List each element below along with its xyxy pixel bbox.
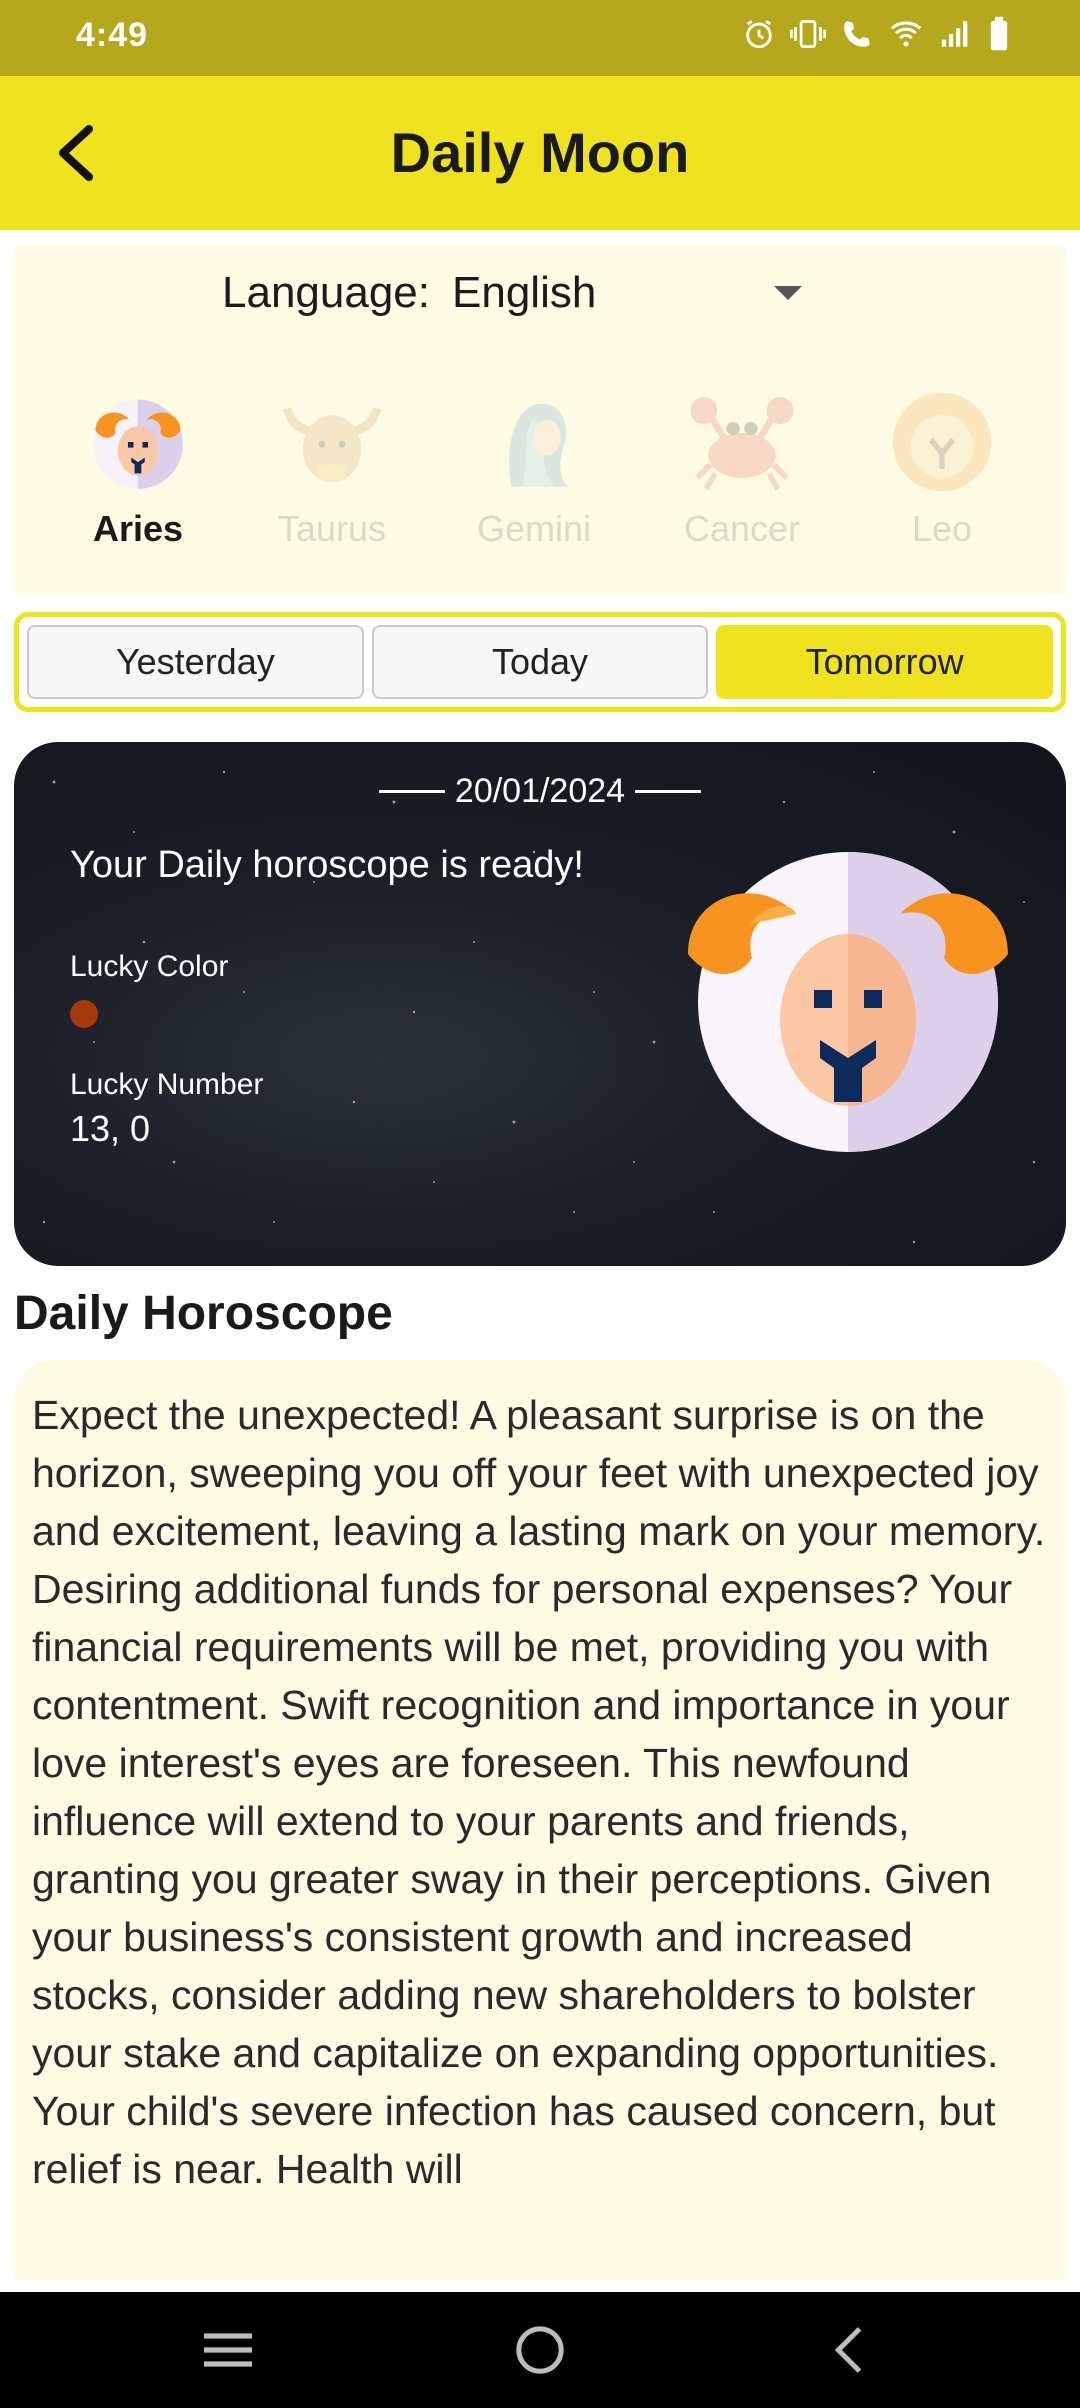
sign-item-taurus[interactable]: Taurus [242,386,422,550]
nav-menu-button[interactable] [188,2320,268,2380]
date-divider [635,790,702,793]
app-bar: Daily Moon [0,76,1080,230]
menu-icon [204,2333,252,2367]
tab-today[interactable]: Today [371,625,709,699]
tab-yesterday[interactable]: Yesterday [27,625,364,699]
sign-label: Aries [92,508,184,549]
sign-item-aries[interactable]: Aries [48,386,228,550]
language-row: Language: English [222,268,812,318]
section-title: Daily Horoscope [14,1287,393,1340]
day-tabs: Yesterday Today Tomorrow [14,612,1066,712]
nav-back-button[interactable] [808,2320,888,2380]
horoscope-text-panel[interactable]: Expect the unexpected! A pleasant surpri… [14,1360,1066,2280]
aries-icon [93,399,183,490]
signal-icon [941,21,968,47]
alarm-icon [746,20,772,49]
sign-item-cancer[interactable]: Cancer [652,386,832,550]
taurus-icon [282,407,382,483]
vibrate-icon [790,20,826,48]
sign-label: Cancer [683,508,801,549]
dropdown-arrow-icon [774,286,802,300]
cancer-icon [690,397,794,491]
lucky-color-label: Lucky Color [70,950,229,983]
sign-label: Leo [911,508,973,549]
leo-icon [892,392,992,492]
status-time: 4:49 [76,16,149,54]
tab-tomorrow[interactable]: Tomorrow [716,625,1054,699]
sign-label: Taurus [277,508,387,549]
aries-large-icon [688,852,1008,1152]
language-label: Language: [222,268,430,317]
sign-item-gemini[interactable]: Gemini [444,386,624,550]
back-icon [834,2327,862,2373]
page-title: Daily Moon [390,121,690,184]
ready-message: Your Daily horoscope is ready! [70,844,584,886]
language-value: English [452,268,597,317]
wifi-icon [890,21,922,47]
horoscope-summary-card: 20/01/2024 Your Daily horoscope is ready… [14,742,1066,1266]
lucky-number-value: 13, 0 [70,1108,151,1149]
home-icon [516,2326,564,2374]
language-dropdown[interactable]: English [452,268,812,318]
card-date-row: 20/01/2024 [14,772,1066,811]
sign-label: Gemini [476,508,592,549]
lucky-number-label: Lucky Number [70,1068,264,1101]
nav-home-button[interactable] [500,2320,580,2380]
battery-icon [990,16,1008,51]
zodiac-sign-list: Aries Taurus Gemini Cancer Leo [14,386,1066,586]
status-bar: 4:49 [0,0,1080,76]
sign-item-leo[interactable]: Leo [852,386,1032,550]
status-icons [742,16,1010,52]
card-date: 20/01/2024 [454,772,626,810]
lucky-color-swatch [70,1000,98,1028]
date-divider [378,790,445,793]
gemini-icon [509,403,568,487]
wifi-calling-icon [844,21,870,47]
horoscope-text: Expect the unexpected! A pleasant surpri… [32,1392,1046,2192]
sign-selector-panel: Language: English Aries Taurus Gemini Ca… [14,246,1066,594]
system-nav-bar [0,2292,1080,2408]
